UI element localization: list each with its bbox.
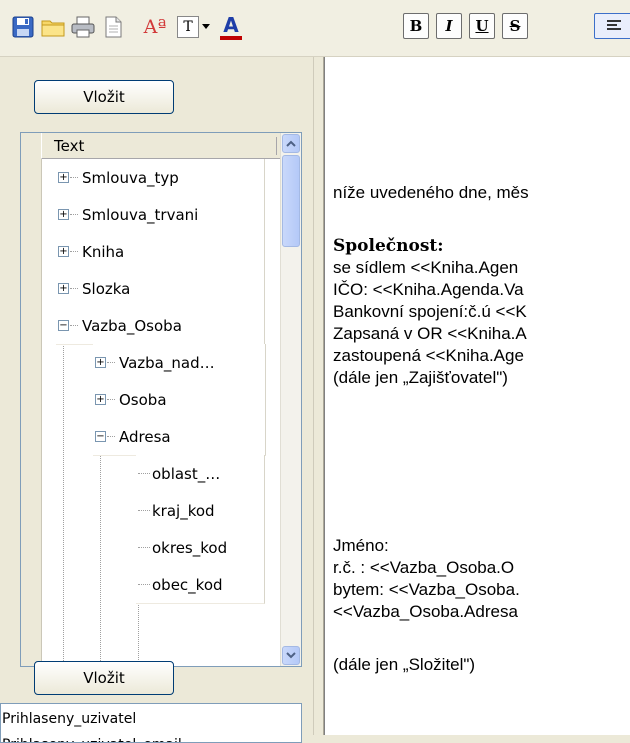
align-left-icon — [607, 20, 621, 30]
expand-plus-icon[interactable]: + — [95, 394, 106, 405]
tree-item-label: Vazba_nad… — [119, 353, 215, 372]
tree-header-label: Text — [54, 136, 85, 155]
tree-vertical-scrollbar[interactable] — [280, 133, 301, 666]
tree-item-label: Smlouva_typ — [82, 168, 179, 187]
tree-connector — [70, 251, 78, 252]
collapse-minus-icon[interactable]: − — [58, 320, 69, 331]
tree-item[interactable]: kraj_kod — [136, 492, 265, 530]
tree-connector — [107, 399, 115, 400]
toolbar: Aª T A B I U S — [0, 0, 630, 57]
font-size-glyph: Aª — [143, 16, 167, 38]
chevron-down-icon — [286, 652, 296, 659]
expand-plus-icon[interactable]: + — [58, 283, 69, 294]
tree-connector — [107, 436, 115, 437]
tree-item[interactable]: + Vazba_nad… — [93, 344, 266, 382]
tree-item-label: Vazba_Osoba — [82, 316, 182, 335]
tree-connector — [138, 510, 150, 511]
strikethrough-button[interactable]: S — [502, 13, 528, 39]
expand-plus-icon[interactable]: + — [95, 357, 106, 368]
tree-item-label: kraj_kod — [152, 501, 215, 520]
editor-line: níže uvedeného dne, měs — [333, 183, 529, 202]
editor-line: (dále jen „Složitel") — [333, 655, 476, 674]
expand-plus-icon[interactable]: + — [58, 209, 69, 220]
editor-line: <<Vazba_Osoba.Adresa — [333, 602, 518, 621]
tree-column-header[interactable]: Text — [41, 133, 281, 159]
tree-item-label: okres_kod — [152, 538, 228, 557]
editor-line: r.č. : <<Vazba_Osoba.O — [333, 558, 515, 577]
tree-item-label: Slozka — [82, 279, 131, 298]
tree-gutter — [21, 133, 42, 666]
tree-connector — [138, 584, 150, 585]
text-style-glyph: T — [177, 16, 199, 38]
variable-list: Prihlaseny_uzivatel Prihlaseny_uzivatel_… — [0, 703, 302, 743]
print-icon[interactable] — [68, 12, 98, 42]
field-tree: Text + Smlouva_typ + Smlouva_trvani + Kn… — [20, 132, 302, 667]
editor-line: (dále jen „Zajišťovatel") — [333, 368, 508, 387]
font-color-glyph: A — [223, 12, 239, 37]
tree-item[interactable]: + Smlouva_trvani — [56, 196, 265, 234]
tree-connector — [138, 473, 150, 474]
panel-splitter[interactable] — [313, 57, 324, 735]
tree-line — [100, 455, 101, 666]
variable-list-item[interactable]: Prihlaseny_uzivatel — [2, 706, 301, 732]
collapse-minus-icon[interactable]: − — [95, 431, 106, 442]
tree-connector — [70, 214, 78, 215]
chevron-up-icon — [286, 140, 296, 147]
left-panel: Vložit Text + Smlouva_typ + Smlouva_trva… — [0, 57, 313, 743]
insert-field-button-bottom[interactable]: Vložit — [34, 661, 174, 695]
open-folder-icon[interactable] — [38, 12, 68, 42]
editor-line: se sídlem <<Kniha.Agen — [333, 258, 519, 277]
tree-item-label: oblast_… — [152, 464, 221, 483]
tree-item[interactable]: + Slozka — [56, 270, 265, 308]
new-document-icon[interactable] — [98, 12, 128, 42]
tree-item[interactable]: oblast_… — [136, 455, 265, 493]
tree-item[interactable]: + Osoba — [93, 381, 266, 419]
tree-connector — [70, 177, 78, 178]
tree-item-label: Smlouva_trvani — [82, 205, 199, 224]
font-size-icon[interactable]: Aª — [140, 12, 170, 42]
editor-line: Jméno: — [333, 536, 389, 555]
tree-item[interactable]: + Kniha — [56, 233, 265, 271]
dropdown-arrow-icon[interactable] — [199, 12, 213, 42]
italic-button[interactable]: I — [436, 13, 462, 39]
editor-heading: Společnost: — [333, 236, 444, 256]
editor-line: Zapsaná v OR <<Kniha.A — [333, 324, 527, 343]
insert-field-button-top[interactable]: Vložit — [34, 80, 174, 114]
save-icon[interactable] — [8, 12, 38, 42]
tree-connector — [138, 547, 150, 548]
tree-item[interactable]: okres_kod — [136, 529, 265, 567]
underline-button[interactable]: U — [469, 13, 495, 39]
tree-item[interactable]: − Vazba_Osoba — [56, 307, 265, 345]
scroll-up-button[interactable] — [282, 134, 300, 153]
tree-item-label: obec_kod — [152, 575, 223, 594]
align-left-button[interactable] — [594, 13, 630, 39]
font-color-icon[interactable]: A — [216, 12, 246, 42]
expand-plus-icon[interactable]: + — [58, 172, 69, 183]
editor-line: Bankovní spojení:č.ú <<K — [333, 302, 527, 321]
bold-button[interactable]: B — [403, 13, 429, 39]
editor-line: IČO: <<Kniha.Agenda.Va — [333, 280, 524, 299]
tree-connector — [70, 325, 78, 326]
tree-item-label: Osoba — [119, 390, 167, 409]
editor-line: bytem: <<Vazba_Osoba. — [333, 580, 520, 599]
expand-plus-icon[interactable]: + — [58, 246, 69, 257]
tree-item[interactable]: + Smlouva_typ — [56, 159, 265, 197]
tree-connector — [107, 362, 115, 363]
editor-line: zastoupená <<Kniha.Age — [333, 346, 524, 365]
document-editor[interactable]: níže uvedeného dne, měs Společnost: se s… — [324, 57, 630, 735]
tree-item[interactable]: − Adresa — [93, 418, 266, 456]
scroll-thumb[interactable] — [282, 155, 300, 247]
tree-header-divider — [276, 137, 277, 155]
tree-item[interactable]: obec_kod — [136, 566, 265, 604]
variable-list-item[interactable]: Prihlaseny_uzivatel_email — [2, 732, 301, 742]
tree-connector — [70, 288, 78, 289]
scroll-down-button[interactable] — [282, 646, 300, 665]
font-color-swatch — [220, 35, 242, 40]
tree-item-label: Kniha — [82, 242, 125, 261]
tree-item-label: Adresa — [119, 427, 171, 446]
